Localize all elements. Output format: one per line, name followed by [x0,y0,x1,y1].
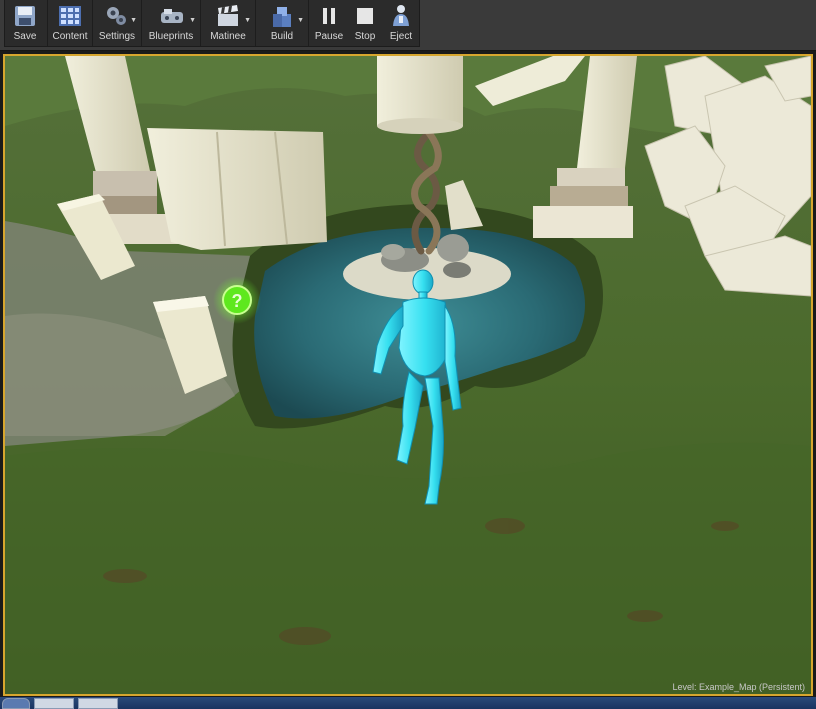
toolbar-separator [255,0,256,46]
matinee-icon [216,4,240,28]
toolbar-separator [47,0,48,46]
settings-button[interactable]: Settings ▼ [95,0,139,46]
save-button[interactable]: Save [5,0,45,46]
start-button[interactable] [2,698,30,709]
build-button[interactable]: Build ▼ [258,0,306,46]
stone-wall-slab [147,128,327,250]
level-editor-toolbar: Save Content Settings ▼ Blueprints ▼ Mat… [4,0,420,47]
os-taskbar [0,697,816,709]
stop-label: Stop [354,31,376,42]
content-label: Content [52,31,88,42]
eject-icon [389,4,413,28]
matinee-button[interactable]: Matinee ▼ [203,0,253,46]
pause-icon [317,4,341,28]
taskbar-app-unreal[interactable] [34,698,74,709]
toolbar-separator [200,0,201,46]
content-button[interactable]: Content [50,0,90,46]
blueprints-button[interactable]: Blueprints ▼ [144,0,198,46]
level-viewport[interactable]: ? Level: Example_Map (Persistent) [3,54,813,696]
toolbar-separator [92,0,93,46]
game-scene[interactable]: ? Level: Example_Map (Persistent) [5,56,811,694]
pillar-center-top [377,56,463,134]
toolbar-separator [141,0,142,46]
matinee-dropdown-arrow-icon[interactable]: ▼ [244,17,251,24]
level-name-label: Level: Example_Map (Persistent) [672,682,805,692]
settings-dropdown-arrow-icon[interactable]: ▼ [130,17,137,24]
stop-button[interactable]: Stop [347,0,383,46]
taskbar-app-explorer[interactable] [78,698,118,709]
toolbar-separator [308,0,309,46]
editor-topbar: Save Content Settings ▼ Blueprints ▼ Mat… [0,0,816,51]
question-hint-icon: ? [213,276,261,324]
blueprints-dropdown-arrow-icon[interactable]: ▼ [189,17,196,24]
pause-label: Pause [314,31,344,42]
build-dropdown-arrow-icon[interactable]: ▼ [297,17,304,24]
eject-button[interactable]: Eject [383,0,419,46]
save-label: Save [13,31,37,42]
build-label: Build [270,31,294,42]
save-icon [13,4,37,28]
svg-text:?: ? [232,291,243,311]
blueprints-label: Blueprints [148,31,194,42]
build-icon [270,4,294,28]
blueprints-icon [159,4,183,28]
pause-button[interactable]: Pause [311,0,347,46]
settings-label: Settings [98,31,136,42]
eject-label: Eject [389,31,413,42]
settings-icon [105,4,129,28]
matinee-label: Matinee [210,31,246,42]
stop-icon [353,4,377,28]
foreground-grass [5,442,811,694]
content-browser-icon [58,4,82,28]
